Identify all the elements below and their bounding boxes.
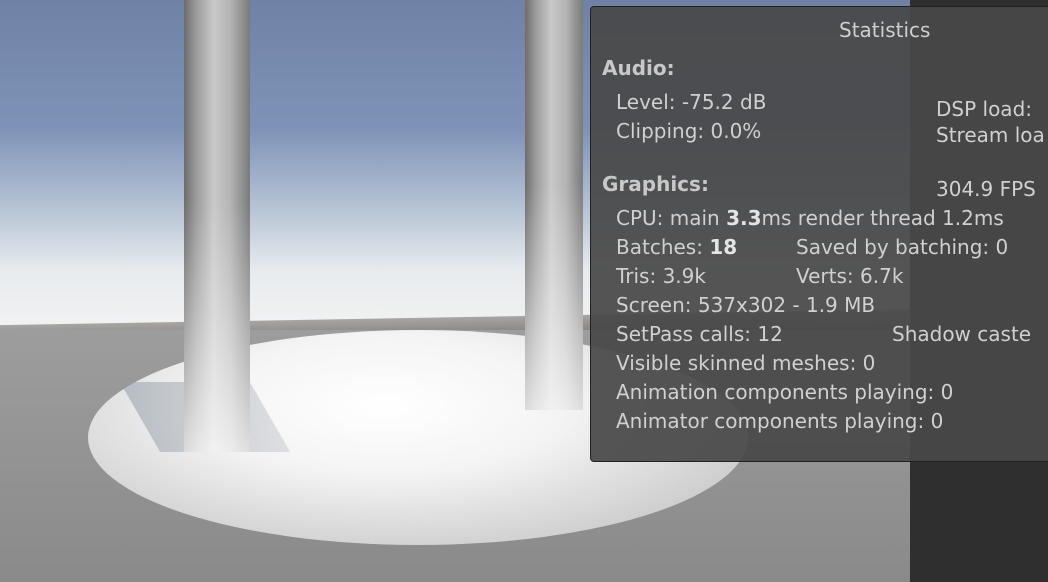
audio-level: Level: -75.2 dB: [616, 90, 767, 114]
graphics-fps: 304.9 FPS: [936, 177, 1036, 201]
graphics-animation-components: Animation components playing: 0: [616, 380, 954, 404]
graphics-cpu: CPU: main 3.3ms render thread 1.2ms: [616, 206, 1004, 230]
batches-value: 18: [709, 235, 738, 259]
audio-clipping: Clipping: 0.0%: [616, 119, 762, 143]
graphics-tris: Tris: 3.9k: [616, 264, 706, 288]
audio-dsp-load: DSP load:: [936, 97, 1032, 121]
statistics-panel: Statistics Audio: Level: -75.2 dB Clippi…: [590, 6, 1048, 462]
graphics-section-header: Graphics:: [602, 172, 709, 196]
graphics-screen: Screen: 537x302 - 1.9 MB: [616, 293, 876, 317]
pillar-right: [525, 0, 583, 410]
graphics-verts: Verts: 6.7k: [796, 264, 904, 288]
graphics-setpass: SetPass calls: 12: [616, 322, 783, 346]
audio-stream-load: Stream loa: [936, 123, 1045, 147]
graphics-batches: Batches: 18: [616, 235, 738, 259]
graphics-visible-skinned: Visible skinned meshes: 0: [616, 351, 876, 375]
graphics-shadow-casters: Shadow caste: [892, 322, 1032, 346]
cpu-main-value: 3.3: [726, 206, 762, 230]
graphics-animator-components: Animator components playing: 0: [616, 409, 944, 433]
pillar-left: [184, 0, 250, 452]
audio-section-header: Audio:: [602, 56, 675, 80]
graphics-saved-by-batching: Saved by batching: 0: [796, 235, 1009, 259]
panel-title: Statistics: [839, 18, 931, 42]
